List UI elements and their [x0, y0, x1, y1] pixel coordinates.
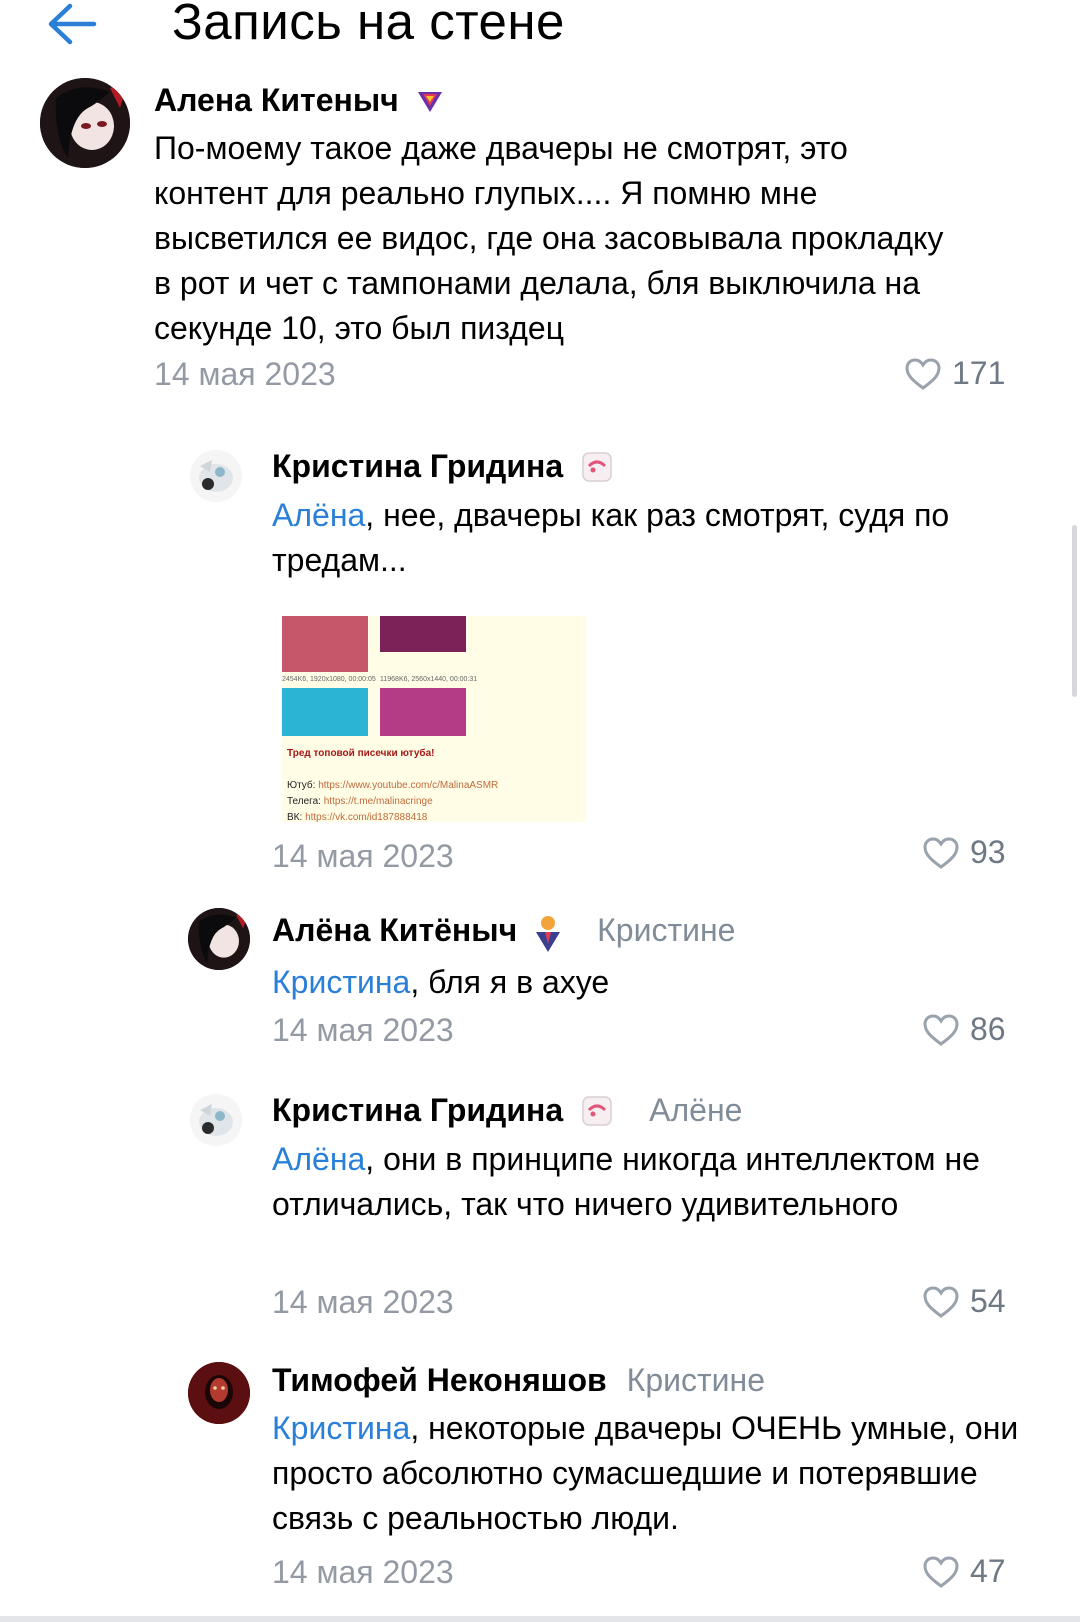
avatar[interactable]	[188, 1362, 250, 1424]
image-caption: 11968K6, 2560x1440, 00:00:31	[380, 676, 478, 683]
like-count: 86	[970, 1011, 1006, 1047]
avatar[interactable]	[190, 450, 242, 502]
comment-text: Алёна, они в принципе никогда интеллекто…	[272, 1141, 980, 1222]
vip-badge-icon[interactable]	[413, 84, 447, 118]
comment-text: Кристина, бля я в ахуе	[272, 964, 610, 1000]
comment-date: 14 мая 2023	[154, 356, 336, 392]
mention-link[interactable]: Кристина	[272, 964, 410, 1000]
mention-link[interactable]: Кристина	[272, 1410, 410, 1446]
attached-image[interactable]: 2454K6, 1920x1080, 00:00:05 11968K6, 256…	[282, 616, 586, 822]
sticker-badge-icon[interactable]	[577, 450, 617, 484]
comment-text: Алёна, нее, двачеры как раз смотрят, суд…	[272, 497, 950, 578]
like-count: 171	[952, 355, 1006, 391]
like-button[interactable]: 93	[922, 834, 1006, 871]
thumbnail	[380, 616, 466, 652]
reply-to-link[interactable]: Кристине	[627, 1362, 765, 1399]
thread-line: ВК: https://vk.com/id187888418	[287, 812, 428, 822]
like-button[interactable]: 47	[922, 1553, 1006, 1590]
heart-icon	[923, 1013, 959, 1046]
reply-to-link[interactable]: Кристине	[597, 912, 735, 949]
like-count: 54	[970, 1283, 1006, 1319]
author-name[interactable]: Кристина Гридина	[272, 1092, 563, 1129]
scrollbar[interactable]	[1072, 525, 1077, 697]
thumbnail	[282, 688, 368, 736]
like-button[interactable]: 86	[922, 1011, 1006, 1048]
thread-line: Ютуб: https://www.youtube.com/c/MalinaAS…	[287, 780, 499, 791]
vip-badge-icon[interactable]	[531, 914, 565, 952]
heart-icon	[923, 1555, 959, 1588]
comment-text: По-моему такое даже двачеры не смотрят, …	[154, 130, 944, 346]
comment-text: Кристина, некоторые двачеры ОЧЕНЬ умные,…	[272, 1410, 1019, 1536]
mention-link[interactable]: Алёна	[272, 1141, 365, 1177]
mention-link[interactable]: Алёна	[272, 497, 365, 533]
comment-date: 14 мая 2023	[272, 1284, 454, 1320]
like-count: 93	[970, 834, 1006, 870]
avatar[interactable]	[40, 78, 130, 168]
like-count: 47	[970, 1553, 1006, 1589]
thread-title: Тред топовой писечки ютуба!	[287, 748, 435, 759]
author-name[interactable]: Алена Китеныч	[154, 82, 399, 119]
reply-to-link[interactable]: Алёне	[649, 1092, 742, 1129]
avatar[interactable]	[188, 908, 250, 970]
avatar[interactable]	[190, 1094, 242, 1146]
author-name[interactable]: Алёна Китёныч	[272, 912, 517, 949]
heart-icon	[923, 836, 959, 869]
back-arrow-icon[interactable]	[46, 2, 98, 46]
thumbnail	[380, 688, 466, 736]
bottom-divider	[0, 1616, 1080, 1622]
page-title: Запись на стене	[172, 0, 565, 50]
sticker-badge-icon[interactable]	[577, 1094, 617, 1128]
thumbnail	[282, 616, 368, 672]
heart-icon	[923, 1285, 959, 1318]
like-button[interactable]: 54	[922, 1283, 1006, 1320]
image-caption: 2454K6, 1920x1080, 00:00:05	[282, 676, 376, 683]
like-button[interactable]: 171	[904, 355, 1005, 392]
author-name[interactable]: Тимофей Неконяшов	[272, 1362, 607, 1399]
heart-icon	[905, 357, 941, 390]
comment-date: 14 мая 2023	[272, 1554, 454, 1590]
author-name[interactable]: Кристина Гридина	[272, 448, 563, 485]
comment-date: 14 мая 2023	[272, 1012, 454, 1048]
top-bar: Запись на стене	[0, 0, 1080, 60]
thread-line: Телега: https://t.me/malinacringe	[287, 796, 433, 807]
comment-date: 14 мая 2023	[272, 838, 454, 874]
